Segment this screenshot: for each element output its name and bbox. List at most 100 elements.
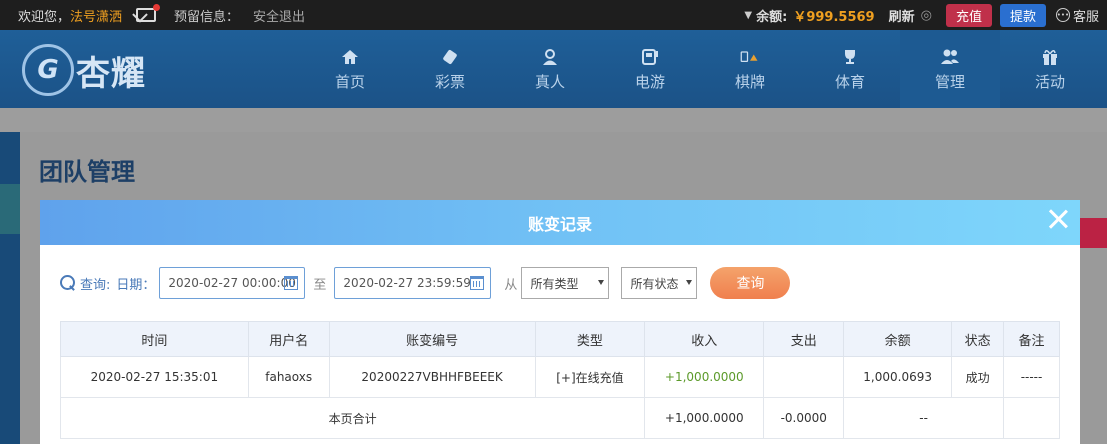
nav-events[interactable]: 活动 bbox=[1000, 30, 1100, 108]
col-time: 时间 bbox=[60, 321, 249, 357]
welcome-text: 欢迎您， bbox=[18, 9, 71, 25]
nav-lottery[interactable]: 彩票 bbox=[400, 30, 500, 108]
nav-label: 首页 bbox=[334, 72, 365, 91]
cards-icon bbox=[740, 47, 760, 67]
type-select[interactable]: 所有类型 bbox=[521, 267, 610, 299]
chevron-down-icon bbox=[686, 280, 693, 285]
logout-link[interactable]: 安全退出 bbox=[253, 6, 305, 25]
nav-label: 电游 bbox=[634, 72, 665, 91]
nav-label: 管理 bbox=[934, 72, 965, 91]
sidebar bbox=[0, 132, 20, 444]
mail-icon[interactable] bbox=[136, 4, 161, 22]
cell-time: 2020-02-27 15:35:01 bbox=[60, 356, 249, 398]
account-change-modal: 账变记录 查询: 日期： 2020-02-27 00:00:00 至 2020-… bbox=[40, 200, 1080, 444]
col-username: 用户名 bbox=[247, 321, 330, 357]
sidebar-item-active[interactable] bbox=[0, 184, 20, 234]
cell-id: 20200227VBHHFBEEEK bbox=[328, 356, 536, 398]
logo[interactable]: G 杏耀 bbox=[22, 40, 146, 100]
live-dealer-icon bbox=[540, 47, 560, 67]
col-balance: 余额 bbox=[843, 321, 953, 357]
col-id: 账变编号 bbox=[328, 321, 536, 357]
col-expense: 支出 bbox=[763, 321, 845, 357]
query-button[interactable]: 查询 bbox=[710, 267, 791, 299]
cell-username: fahaoxs bbox=[247, 356, 330, 398]
transactions-table: 时间 用户名 账变编号 类型 收入 支出 余额 状态 备注 2020-02-27… bbox=[59, 321, 1060, 439]
nav-label: 彩票 bbox=[434, 72, 465, 91]
top-bar: 欢迎您， 法号潇洒 预留信息： 安全退出 ▼ 余额: ￥999.5569 刷新 … bbox=[0, 0, 1107, 30]
nav-slots[interactable]: 电游 bbox=[600, 30, 700, 108]
end-date-input[interactable]: 2020-02-27 23:59:59 bbox=[334, 267, 492, 299]
header: G 杏耀 首页 彩票 真人 电游 棋牌 体育 管理 活动 bbox=[0, 30, 1107, 108]
total-rest: -- bbox=[843, 397, 1005, 439]
eye-hide-icon[interactable]: ◎ bbox=[921, 8, 932, 23]
chevron-down-icon bbox=[598, 280, 605, 285]
users-icon bbox=[940, 47, 960, 67]
start-date-input[interactable]: 2020-02-27 00:00:00 bbox=[159, 267, 306, 299]
balance-value: ￥999.5569 bbox=[793, 9, 875, 25]
cell-income: +1,000.0000 bbox=[644, 356, 765, 398]
col-note: 备注 bbox=[1003, 321, 1060, 357]
status-select[interactable]: 所有状态 bbox=[621, 267, 698, 299]
background-fragment bbox=[1080, 218, 1107, 248]
col-income: 收入 bbox=[644, 321, 765, 357]
total-row: 本页合计 +1,000.0000 -0.0000 -- bbox=[59, 397, 1060, 439]
nav-sports[interactable]: 体育 bbox=[800, 30, 900, 108]
nav-home[interactable]: 首页 bbox=[300, 30, 400, 108]
home-icon bbox=[340, 47, 360, 67]
lottery-icon bbox=[440, 47, 460, 67]
end-date-value: 2020-02-27 23:59:59 bbox=[343, 276, 471, 290]
calendar-icon[interactable] bbox=[470, 276, 485, 290]
filter-bar: 查询: 日期： 2020-02-27 00:00:00 至 2020-02-27… bbox=[60, 267, 791, 299]
col-type: 类型 bbox=[534, 321, 646, 357]
table-header-row: 时间 用户名 账变编号 类型 收入 支出 余额 状态 备注 bbox=[60, 321, 1060, 357]
col-status: 状态 bbox=[951, 321, 1005, 357]
slot-machine-icon bbox=[640, 47, 660, 67]
unread-dot bbox=[153, 4, 161, 11]
calendar-icon[interactable] bbox=[284, 276, 299, 290]
table-row[interactable]: 2020-02-27 15:35:01 fahaoxs 20200227VBHH… bbox=[60, 356, 1060, 398]
gift-icon bbox=[1040, 47, 1060, 67]
total-income: +1,000.0000 bbox=[644, 397, 765, 439]
type-select-value: 所有类型 bbox=[530, 276, 579, 291]
date-label: 日期： bbox=[116, 277, 156, 293]
recharge-button[interactable]: 充值 bbox=[945, 3, 992, 27]
nav-label: 体育 bbox=[834, 72, 865, 91]
logo-mark: G bbox=[22, 44, 74, 96]
modal-title: 账变记录 bbox=[527, 214, 592, 234]
search-icon bbox=[60, 275, 76, 291]
query-label: 查询: bbox=[80, 277, 111, 293]
chat-icon[interactable]: ••• bbox=[1055, 8, 1070, 22]
from-label: 从 bbox=[504, 277, 518, 293]
modal-header: 账变记录 bbox=[40, 200, 1080, 245]
withdraw-button[interactable]: 提款 bbox=[999, 3, 1046, 27]
page-strip bbox=[0, 108, 1107, 132]
status-select-value: 所有状态 bbox=[630, 276, 679, 291]
reserved-info[interactable]: 预留信息： bbox=[174, 6, 239, 25]
total-label: 本页合计 bbox=[59, 397, 646, 439]
username[interactable]: 法号潇洒 bbox=[70, 6, 122, 25]
nav-manage[interactable]: 管理 bbox=[900, 30, 1000, 108]
refresh-link[interactable]: 刷新 bbox=[889, 6, 915, 25]
cell-expense bbox=[763, 356, 845, 398]
cell-balance: 1,000.0693 bbox=[843, 356, 953, 398]
cell-type: [+]在线充值 bbox=[534, 356, 646, 398]
customer-service-link[interactable]: 客服 bbox=[1073, 6, 1099, 25]
close-icon[interactable] bbox=[1048, 209, 1068, 229]
nav-label: 棋牌 bbox=[734, 72, 765, 91]
nav-live[interactable]: 真人 bbox=[500, 30, 600, 108]
trophy-icon bbox=[840, 47, 860, 67]
nav-label: 活动 bbox=[1034, 72, 1065, 91]
page-title: 团队管理 bbox=[39, 158, 135, 186]
logo-text: 杏耀 bbox=[76, 53, 146, 94]
cell-note: ----- bbox=[1003, 356, 1060, 398]
main-nav: 首页 彩票 真人 电游 棋牌 体育 管理 活动 bbox=[300, 30, 1100, 108]
nav-cards[interactable]: 棋牌 bbox=[700, 30, 800, 108]
total-empty bbox=[1003, 397, 1060, 439]
nav-label: 真人 bbox=[534, 72, 565, 91]
cell-status: 成功 bbox=[951, 356, 1005, 398]
start-date-value: 2020-02-27 00:00:00 bbox=[168, 276, 296, 290]
balance-label: 余额: bbox=[756, 9, 788, 25]
chevron-down-icon[interactable]: ▼ bbox=[744, 10, 752, 21]
to-label: 至 bbox=[313, 277, 327, 293]
total-expense: -0.0000 bbox=[763, 397, 845, 439]
